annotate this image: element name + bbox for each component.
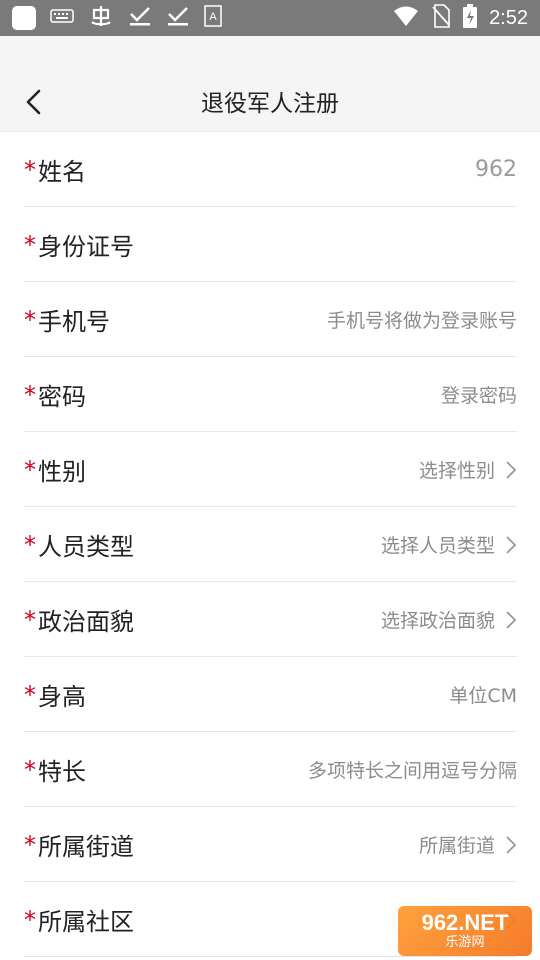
gender-select[interactable]: * 性别 选择性别 (24, 432, 517, 507)
app-icon (12, 6, 36, 30)
street-select[interactable]: * 所属街道 所属街道 (24, 807, 517, 882)
wifi-icon (393, 5, 419, 31)
keyboard-icon (50, 8, 74, 28)
chevron-right-icon (506, 835, 517, 854)
height-field[interactable]: * 身高 单位CM (24, 657, 517, 732)
svg-text:A: A (209, 11, 217, 23)
field-label: 特长 (38, 758, 86, 786)
field-placeholder: 选择政治面貌 (380, 610, 495, 632)
status-time: 2:52 (489, 6, 528, 29)
political-status-select[interactable]: * 政治面貌 选择政治面貌 (24, 582, 517, 657)
field-placeholder: 选择人员类型 (380, 535, 495, 557)
font-icon: A (204, 5, 222, 31)
chevron-right-icon (506, 610, 517, 629)
field-placeholder: 多项特长之间用逗号分隔 (307, 760, 517, 782)
required-mark: * (24, 605, 36, 634)
required-mark: * (24, 830, 36, 859)
status-bar: A 2:52 (0, 0, 540, 36)
field-placeholder: 单位CM (449, 685, 517, 707)
field-placeholder: 所属街道 (418, 835, 495, 857)
chevron-right-icon (506, 460, 517, 479)
check-icon (128, 5, 152, 31)
page-title: 退役军人注册 (201, 91, 339, 117)
field-label: 所属社区 (38, 908, 134, 936)
field-label: 姓名 (38, 158, 86, 186)
required-mark: * (24, 230, 36, 259)
field-label: 密码 (38, 383, 86, 411)
field-placeholder: 选择性别 (418, 460, 495, 482)
battery-icon (463, 4, 478, 32)
phone-field[interactable]: * 手机号 手机号将做为登录账号 (24, 282, 517, 357)
field-label: 手机号 (38, 308, 110, 336)
field-label: 身份证号 (38, 233, 134, 261)
field-label: 性别 (38, 458, 86, 486)
chevron-right-icon (506, 535, 517, 554)
no-sim-icon (431, 4, 451, 32)
field-label: 身高 (38, 683, 86, 711)
field-placeholder: 手机号将做为登录账号 (326, 310, 517, 332)
required-mark: * (24, 905, 36, 934)
check-icon (166, 5, 190, 31)
watermark-logo: 962.NET 乐游网 (398, 906, 532, 956)
required-mark: * (24, 380, 36, 409)
required-mark: * (24, 530, 36, 559)
watermark-line2: 乐游网 (445, 934, 485, 949)
name-field[interactable]: * 姓名 962 (24, 132, 517, 207)
field-placeholder: 登录密码 (440, 385, 517, 407)
app-header: 退役军人注册 (0, 36, 540, 132)
bug-icon (88, 3, 114, 33)
required-mark: * (24, 305, 36, 334)
watermark-line1: 962.NET (421, 910, 509, 935)
field-label: 政治面貌 (38, 608, 134, 636)
personnel-type-select[interactable]: * 人员类型 选择人员类型 (24, 507, 517, 582)
required-mark: * (24, 755, 36, 784)
field-value: 962 (475, 157, 517, 182)
required-mark: * (24, 155, 36, 184)
field-label: 人员类型 (38, 533, 134, 561)
required-mark: * (24, 680, 36, 709)
field-label: 所属街道 (38, 833, 134, 861)
required-mark: * (24, 455, 36, 484)
specialty-field[interactable]: * 特长 多项特长之间用逗号分隔 (24, 732, 517, 807)
password-field[interactable]: * 密码 登录密码 (24, 357, 517, 432)
registration-form: * 姓名 962 * 身份证号 * 手机号 手机号将做为登录账号 * 密码 登录密码 *… (0, 132, 540, 957)
id-number-field[interactable]: * 身份证号 (24, 207, 517, 282)
